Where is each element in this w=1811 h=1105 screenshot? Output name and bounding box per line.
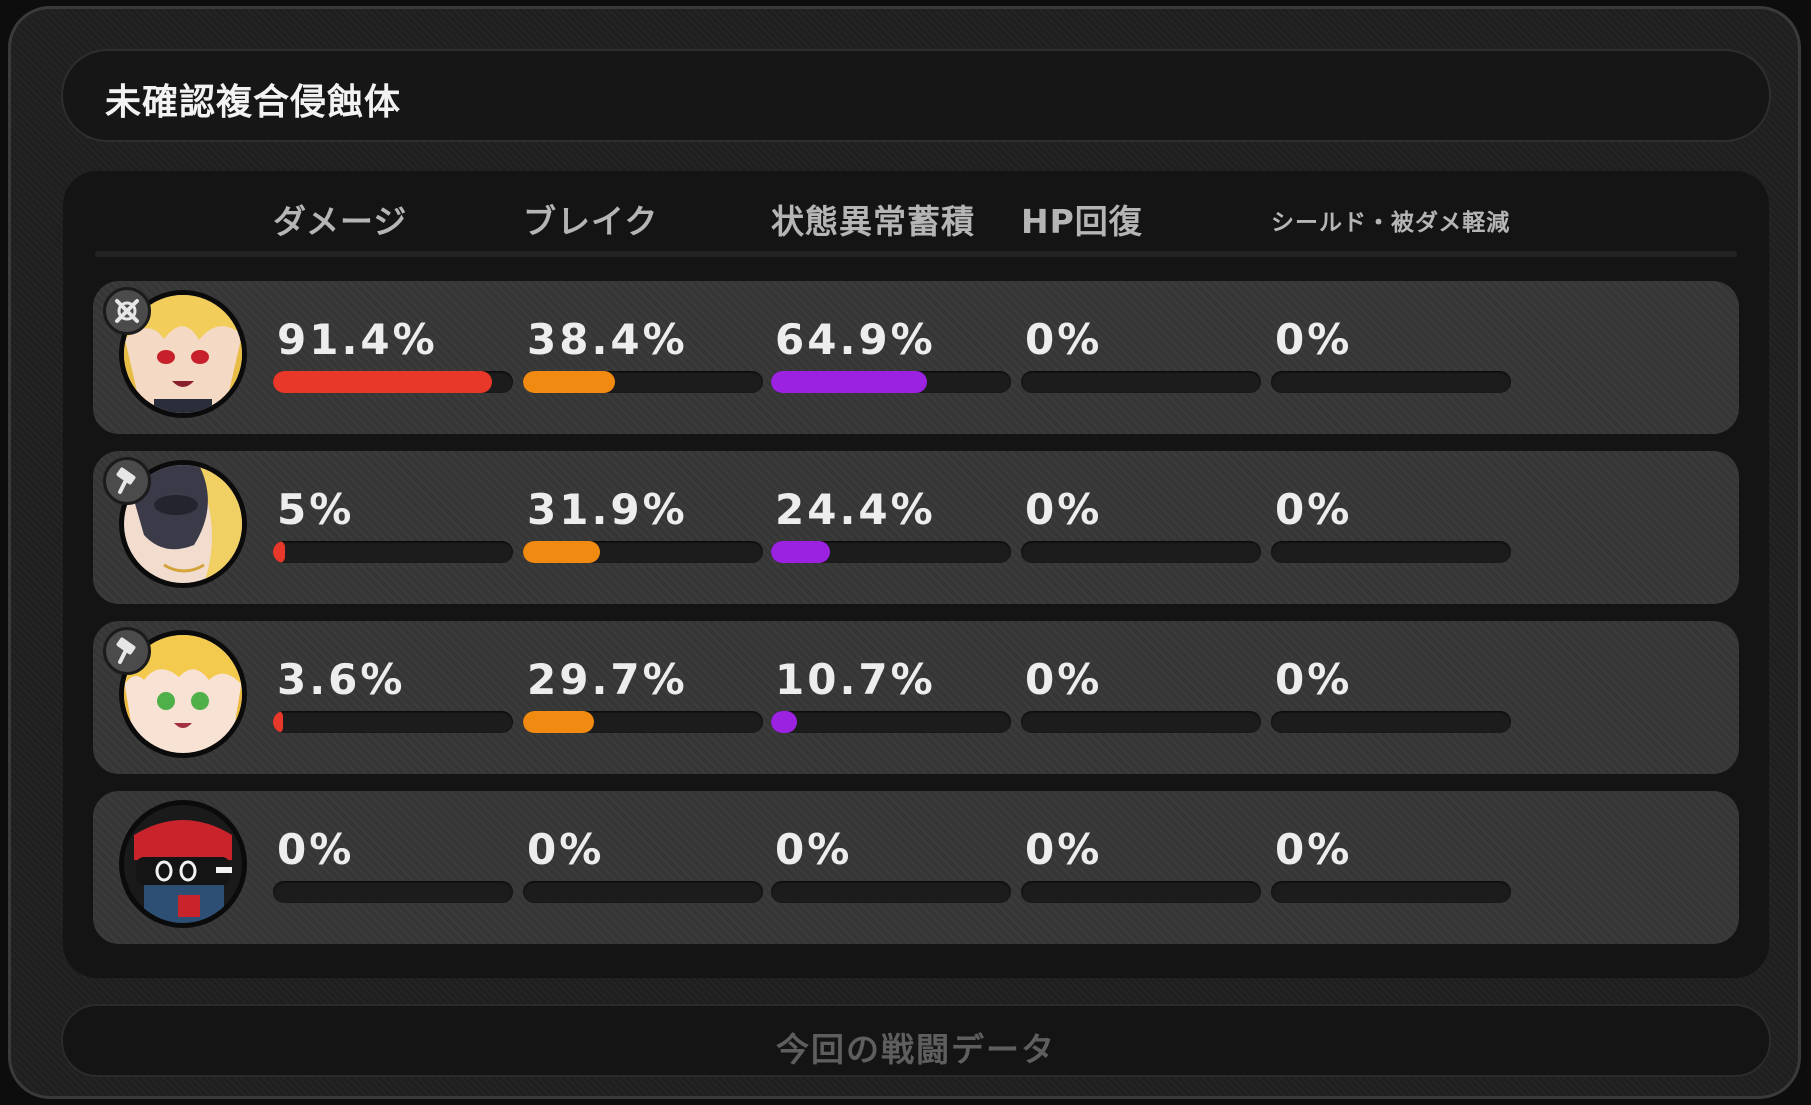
stat-bar xyxy=(273,541,513,563)
column-header-hp-recovery: HP回復 xyxy=(1021,202,1143,241)
stat-value: 64.9% xyxy=(775,315,936,364)
stat-bar xyxy=(1021,371,1261,393)
stat-cell-shield: 0% xyxy=(1271,655,1511,733)
stat-cell-shield: 0% xyxy=(1271,485,1511,563)
stat-bar xyxy=(523,371,763,393)
stat-value: 0% xyxy=(775,825,853,874)
stat-value: 0% xyxy=(1025,655,1103,704)
hammer-icon xyxy=(103,627,151,675)
stat-bar xyxy=(1021,881,1261,903)
stat-cell-break: 29.7% xyxy=(523,655,763,733)
stat-bar xyxy=(771,711,1011,733)
stat-value: 0% xyxy=(1025,315,1103,364)
stat-value: 3.6% xyxy=(277,655,406,704)
stat-cell-anomaly: 64.9% xyxy=(771,315,1011,393)
stat-bar-fill xyxy=(523,711,595,733)
column-header-shield: シールド・被ダメ軽減 xyxy=(1271,210,1511,236)
stat-bar xyxy=(1021,711,1261,733)
stat-value: 5% xyxy=(277,485,355,534)
stat-cell-damage: 5% xyxy=(273,485,513,563)
stat-cell-break: 31.9% xyxy=(523,485,763,563)
stat-bar xyxy=(523,881,763,903)
header-divider xyxy=(95,251,1737,257)
stats-panel: ダメージ ブレイク 状態異常蓄積 HP回復 シールド・被ダメ軽減 91.4% 3… xyxy=(63,171,1769,978)
stat-cell-anomaly: 10.7% xyxy=(771,655,1011,733)
stat-value: 0% xyxy=(1025,825,1103,874)
stat-cell-hp-recovery: 0% xyxy=(1021,655,1261,733)
agent-row[interactable]: 0% 0% 0% 0% 0% xyxy=(93,791,1739,944)
stat-value: 24.4% xyxy=(775,485,936,534)
column-header-break: ブレイク xyxy=(523,202,659,241)
stat-cell-hp-recovery: 0% xyxy=(1021,315,1261,393)
stat-cell-anomaly: 0% xyxy=(771,825,1011,903)
stat-bar-fill xyxy=(273,541,285,563)
stat-value: 38.4% xyxy=(527,315,688,364)
stat-value: 31.9% xyxy=(527,485,688,534)
stat-cell-damage: 0% xyxy=(273,825,513,903)
stat-bar xyxy=(1271,371,1511,393)
stat-value: 0% xyxy=(1275,825,1353,874)
stat-bar xyxy=(771,541,1011,563)
battle-data-button[interactable]: 今回の戦闘データ xyxy=(61,1004,1771,1077)
stat-bar-fill xyxy=(273,371,493,393)
stat-bar xyxy=(273,881,513,903)
stat-cell-damage: 91.4% xyxy=(273,315,513,393)
stat-value: 91.4% xyxy=(277,315,438,364)
stat-cell-damage: 3.6% xyxy=(273,655,513,733)
stat-bar xyxy=(771,881,1011,903)
stat-bar xyxy=(1021,541,1261,563)
stat-value: 0% xyxy=(1275,485,1353,534)
stat-bar xyxy=(1271,711,1511,733)
battle-data-label: 今回の戦闘データ xyxy=(776,1030,1056,1069)
stat-bar xyxy=(273,711,513,733)
stat-value: 0% xyxy=(527,825,605,874)
column-header-anomaly: 状態異常蓄積 xyxy=(771,202,975,241)
stat-bar xyxy=(523,711,763,733)
stat-bar-fill xyxy=(523,371,616,393)
stat-value: 10.7% xyxy=(775,655,936,704)
column-header-damage: ダメージ xyxy=(273,202,408,241)
hammer-icon xyxy=(103,457,151,505)
agent-row[interactable]: 91.4% 38.4% 64.9% 0% 0% xyxy=(93,281,1739,434)
stat-bar xyxy=(273,371,513,393)
agent-avatar xyxy=(119,800,247,928)
battle-stats-frame: 未確認複合侵蝕体 ダメージ ブレイク 状態異常蓄積 HP回復 シールド・被ダメ軽… xyxy=(8,6,1801,1099)
stat-value: 0% xyxy=(277,825,355,874)
stat-cell-shield: 0% xyxy=(1271,315,1511,393)
stat-cell-break: 38.4% xyxy=(523,315,763,393)
stat-bar xyxy=(523,541,763,563)
stat-cell-shield: 0% xyxy=(1271,825,1511,903)
stat-bar-fill xyxy=(771,371,927,393)
stat-cell-anomaly: 24.4% xyxy=(771,485,1011,563)
stat-bar-fill xyxy=(273,711,283,733)
stat-value: 29.7% xyxy=(527,655,688,704)
enemy-name: 未確認複合侵蝕体 xyxy=(105,82,402,123)
stat-bar-fill xyxy=(523,541,600,563)
agent-row[interactable]: 5% 31.9% 24.4% 0% 0% xyxy=(93,451,1739,604)
stat-cell-break: 0% xyxy=(523,825,763,903)
stat-value: 0% xyxy=(1275,315,1353,364)
stat-value: 0% xyxy=(1275,655,1353,704)
enemy-header: 未確認複合侵蝕体 xyxy=(61,49,1771,142)
agent-row[interactable]: 3.6% 29.7% 10.7% 0% 0% xyxy=(93,621,1739,774)
stat-bar-fill xyxy=(771,541,830,563)
crossed-swords-icon xyxy=(103,287,151,335)
stat-bar xyxy=(1271,881,1511,903)
stat-bar xyxy=(771,371,1011,393)
stat-cell-hp-recovery: 0% xyxy=(1021,485,1261,563)
stat-value: 0% xyxy=(1025,485,1103,534)
stat-cell-hp-recovery: 0% xyxy=(1021,825,1261,903)
stat-bar xyxy=(1271,541,1511,563)
stat-bar-fill xyxy=(771,711,797,733)
